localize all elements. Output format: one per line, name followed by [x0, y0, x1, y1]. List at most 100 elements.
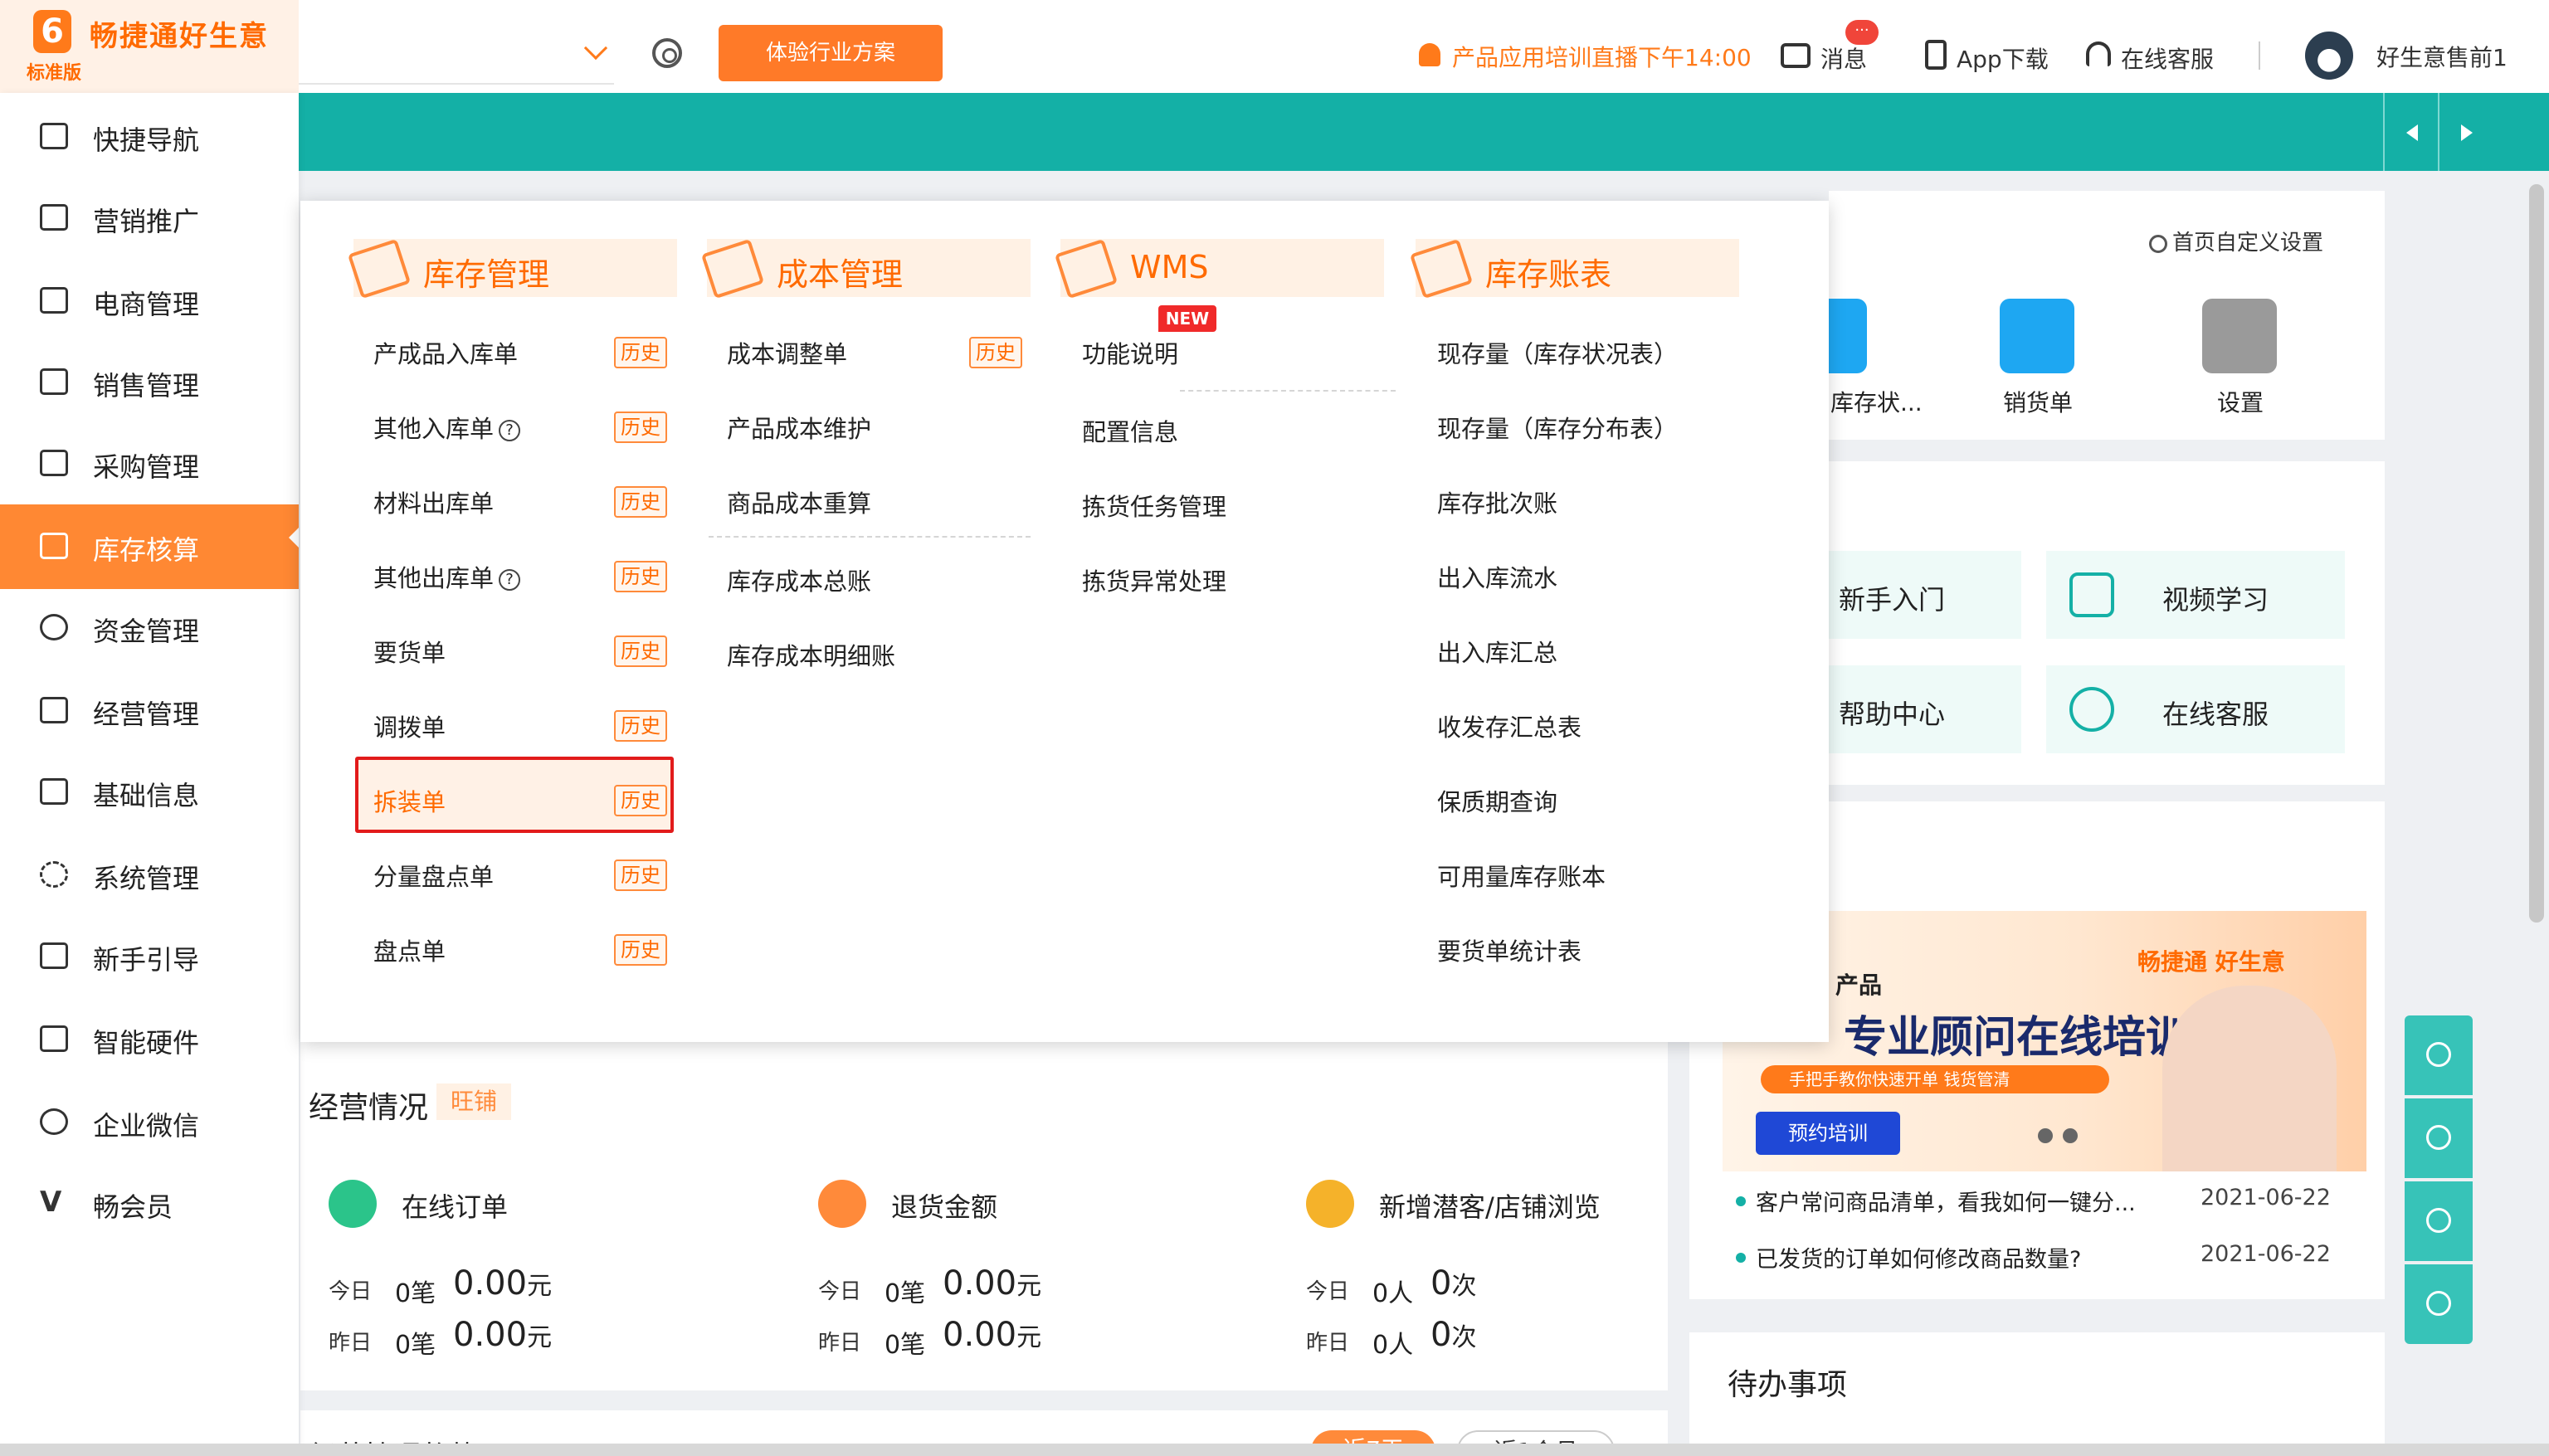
tab-scroll-left-button[interactable] [2383, 93, 2438, 171]
menu-item-stocktake[interactable]: 盘点单 [373, 933, 446, 967]
menu-item-batch-ledger[interactable]: 库存批次账 [1437, 485, 1557, 519]
help-question-icon[interactable]: ? [499, 420, 521, 441]
sidebar-item-vip[interactable]: V 畅会员 [0, 1170, 299, 1236]
gear-icon[interactable] [652, 38, 682, 68]
online-service-link[interactable]: 在线客服 [2121, 41, 2214, 75]
sidebar-item-inventory[interactable]: 库存核算 [0, 504, 299, 589]
message-icon[interactable] [1781, 43, 1811, 68]
sidebar-item-operations[interactable]: 经营管理 [0, 677, 299, 743]
history-tag[interactable]: 历史 [969, 337, 1022, 368]
sidebar-item-system[interactable]: 系统管理 [0, 841, 299, 908]
float-chat-button[interactable] [2405, 1181, 2473, 1261]
menu-item-cost-adjustment[interactable]: 成本调整单 [727, 335, 847, 370]
online-order-icon [329, 1180, 377, 1228]
sidebar-item-ecommerce[interactable]: 电商管理 [0, 267, 299, 334]
user-name[interactable]: 好生意售前1 [2376, 40, 2508, 73]
trial-solution-button[interactable]: 体验行业方案 [719, 25, 943, 81]
history-tag[interactable]: 历史 [614, 486, 667, 518]
menu-item-material-outbound[interactable]: 材料出库单 [373, 485, 494, 519]
book-training-button[interactable]: 预约培训 [1756, 1112, 1900, 1155]
menu-item-requisition-stats[interactable]: 要货单统计表 [1437, 933, 1582, 967]
customize-home-link[interactable]: 首页自定义设置 [2149, 226, 2323, 256]
history-tag[interactable]: 历史 [614, 934, 667, 966]
sidebar-item-hardware[interactable]: 智能硬件 [0, 1006, 299, 1072]
help-video-button[interactable]: 视频学习 [2046, 551, 2345, 639]
live-notice-link[interactable]: 产品应用培训直播下午14:00 [1452, 40, 1752, 73]
account-selector[interactable] [299, 83, 614, 85]
carousel-dot[interactable] [2038, 1128, 2053, 1143]
tile-inventory-status[interactable]: 库存状... [1830, 385, 1923, 418]
menu-item-transfer[interactable]: 调拨单 [373, 709, 446, 743]
sales-order-icon[interactable] [2000, 299, 2074, 373]
menu-item-available-ledger[interactable]: 可用量库存账本 [1437, 858, 1606, 893]
sidebar-item-marketing[interactable]: 营销推广 [0, 184, 299, 251]
stat-today-label: 今日 [1306, 1279, 1350, 1304]
menu-item-assembly[interactable]: 拆装单 [373, 783, 446, 818]
menu-item-wms-intro[interactable]: 功能说明 [1082, 335, 1178, 370]
tile-sales-order[interactable]: 销货单 [2003, 385, 2073, 418]
customize-home-label: 首页自定义设置 [2172, 231, 2324, 256]
app-download-link[interactable]: App下载 [1957, 41, 2049, 75]
news-item-1[interactable]: 客户常问商品清单，看我如何一键分... [1756, 1185, 2136, 1217]
sidebar-item-label: 基础信息 [93, 780, 200, 811]
menu-item-shelf-life[interactable]: 保质期查询 [1437, 783, 1557, 818]
menu-item-requisition[interactable]: 要货单 [373, 634, 446, 669]
menu-item-partial-stocktake[interactable]: 分量盘点单 [373, 858, 494, 893]
menu-item-product-cost[interactable]: 产品成本维护 [727, 410, 871, 445]
float-download-button[interactable] [2405, 1015, 2473, 1095]
sidebar-item-funds[interactable]: 资金管理 [0, 594, 299, 660]
tab-scroll-right-button[interactable] [2438, 93, 2493, 171]
carousel-dot[interactable] [2063, 1128, 2078, 1143]
sidebar-item-guide[interactable]: 新手引导 [0, 923, 299, 989]
menu-item-cost-detail[interactable]: 库存成本明细账 [727, 637, 895, 672]
menu-item-receive-issue-summary[interactable]: 收发存汇总表 [1437, 709, 1582, 743]
help-service-button[interactable]: 在线客服 [2046, 665, 2345, 753]
news-item-2[interactable]: 已发货的订单如何修改商品数量? [1756, 1241, 2081, 1273]
logo[interactable]: 6 畅捷通好生意 标准版 [0, 0, 299, 93]
menu-item-picking-task[interactable]: 拣货任务管理 [1082, 488, 1226, 523]
menu-item-other-inbound[interactable]: 其他入库单? [373, 410, 521, 445]
menu-item-finished-goods-inbound[interactable]: 产成品入库单 [373, 335, 518, 370]
menu-item-in-out-summary[interactable]: 出入库汇总 [1437, 634, 1557, 669]
stat-today-value: 0.00元 [943, 1264, 1041, 1303]
history-tag[interactable]: 历史 [614, 635, 667, 667]
messages-link[interactable]: 消息 [1820, 41, 1867, 75]
sidebar-item-purchase[interactable]: 采购管理 [0, 430, 299, 496]
header-divider [2259, 41, 2260, 70]
tile-settings[interactable]: 设置 [2217, 385, 2264, 418]
history-tag[interactable]: 历史 [614, 785, 667, 816]
menu-item-wms-config[interactable]: 配置信息 [1082, 413, 1178, 448]
stat-yesterday-count: 0人 [1372, 1331, 1414, 1360]
banner-brand: 畅捷通 好生意 [2137, 948, 2285, 976]
business-tag[interactable]: 旺铺 [436, 1083, 511, 1120]
menu-item-cost-recalc[interactable]: 商品成本重算 [727, 485, 871, 519]
horizontal-scrollbar[interactable] [0, 1444, 2549, 1456]
float-apps-button[interactable] [2405, 1264, 2473, 1344]
history-tag[interactable]: 历史 [614, 710, 667, 742]
avatar[interactable] [2305, 32, 2353, 80]
help-question-icon[interactable]: ? [499, 569, 521, 591]
sidebar-item-basic-info[interactable]: 基础信息 [0, 758, 299, 825]
menu-item-stock-status[interactable]: 现存量（库存状况表） [1437, 335, 1678, 370]
headset-icon[interactable] [2086, 41, 2111, 66]
menu-item-stock-distribution[interactable]: 现存量（库存分布表） [1437, 410, 1678, 445]
chevron-down-icon[interactable] [583, 36, 608, 61]
history-tag[interactable]: 历史 [614, 411, 667, 443]
settings-icon[interactable] [2202, 299, 2277, 373]
phone-icon[interactable] [1925, 40, 1947, 70]
history-tag[interactable]: 历史 [614, 337, 667, 368]
sidebar-item-quick-nav[interactable]: 快捷导航 [0, 103, 299, 169]
history-tag[interactable]: 历史 [614, 859, 667, 891]
menu-item-other-outbound[interactable]: 其他出库单? [373, 559, 521, 594]
stat-today-value: 0次 [1430, 1264, 1476, 1303]
sidebar-item-wechat-work[interactable]: 企业微信 [0, 1088, 299, 1155]
sidebar-item-sales[interactable]: 销售管理 [0, 348, 299, 415]
money-icon [40, 614, 68, 640]
menu-item-cost-ledger[interactable]: 库存成本总账 [727, 562, 871, 597]
menu-item-in-out-flow[interactable]: 出入库流水 [1437, 559, 1557, 594]
business-title: 经营情况 [309, 1091, 429, 1125]
menu-item-picking-exception[interactable]: 拣货异常处理 [1082, 562, 1226, 597]
float-phone-button[interactable] [2405, 1098, 2473, 1178]
history-tag[interactable]: 历史 [614, 561, 667, 592]
page-scrollbar[interactable] [2529, 184, 2544, 923]
